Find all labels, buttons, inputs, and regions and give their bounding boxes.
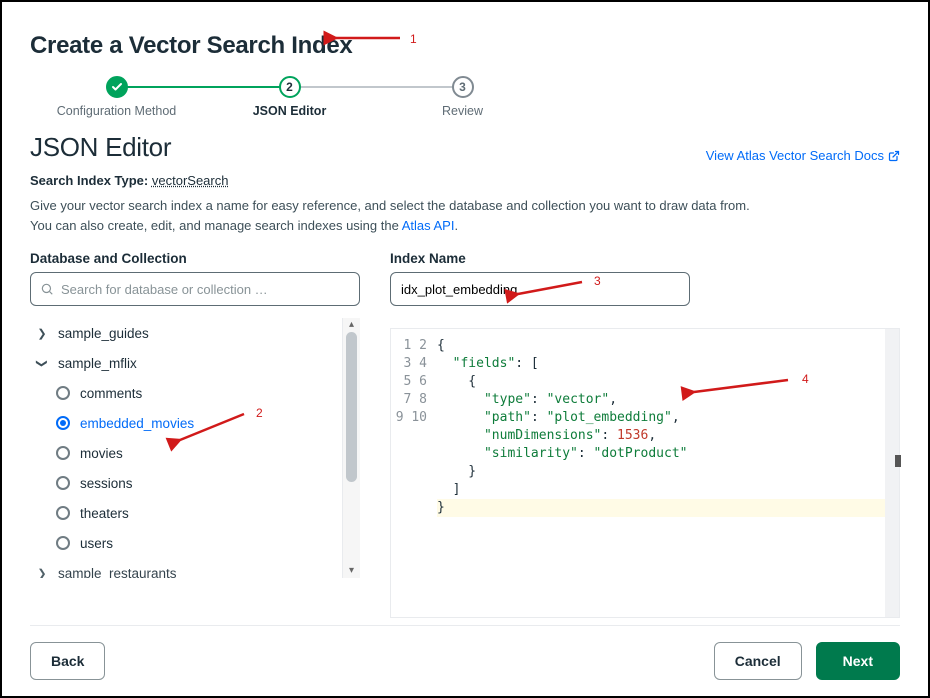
collection-label: movies: [80, 446, 123, 461]
back-button[interactable]: Back: [30, 642, 105, 680]
step-number-icon: 2: [279, 76, 301, 98]
index-name-label: Index Name: [390, 251, 900, 266]
scroll-up-icon: ▴: [343, 318, 360, 332]
chevron-down-icon: ❯: [36, 357, 49, 369]
editor-scrollbar[interactable]: [885, 329, 899, 617]
db-item-sample-guides[interactable]: ❯ sample_guides: [30, 318, 342, 348]
collection-item-comments[interactable]: comments: [30, 378, 342, 408]
external-link-icon: [888, 150, 900, 162]
collection-label: sessions: [80, 476, 133, 491]
chevron-right-icon: ❯: [36, 567, 48, 579]
db-collection-search-input[interactable]: [30, 272, 360, 306]
database-tree: ❯ sample_guides ❯ sample_mflix comments …: [30, 318, 342, 578]
annotation-label-2: 2: [256, 406, 263, 420]
editor-code[interactable]: { "fields": [ { "type": "vector", "path"…: [437, 337, 885, 617]
collection-item-users[interactable]: users: [30, 528, 342, 558]
db-label: sample_mflix: [58, 356, 137, 371]
description-suffix: .: [454, 218, 458, 233]
section-description: Give your vector search index a name for…: [30, 196, 750, 235]
db-collection-label: Database and Collection: [30, 251, 360, 266]
collection-item-movies[interactable]: movies: [30, 438, 342, 468]
collection-item-theaters[interactable]: theaters: [30, 498, 342, 528]
cancel-button[interactable]: Cancel: [714, 642, 802, 680]
db-label: sample_restaurants: [58, 566, 177, 579]
page-title: Create a Vector Search Index: [30, 32, 900, 60]
tree-scrollbar[interactable]: ▴ ▾: [342, 318, 360, 578]
progress-stepper: Configuration Method 2 JSON Editor 3 Rev…: [30, 76, 550, 118]
radio-selected-icon: [56, 416, 70, 430]
radio-unselected-icon: [56, 506, 70, 520]
collection-item-sessions[interactable]: sessions: [30, 468, 342, 498]
scroll-thumb[interactable]: [346, 332, 357, 482]
step-label: Configuration Method: [57, 104, 177, 118]
search-index-type-value: vectorSearch: [152, 173, 229, 188]
search-icon: [40, 282, 54, 296]
collection-label: users: [80, 536, 113, 551]
radio-unselected-icon: [56, 386, 70, 400]
step-review[interactable]: 3 Review: [376, 76, 549, 118]
db-item-sample-restaurants[interactable]: ❯ sample_restaurants: [30, 564, 342, 578]
radio-unselected-icon: [56, 476, 70, 490]
docs-link-label: View Atlas Vector Search Docs: [706, 148, 884, 163]
db-item-sample-mflix[interactable]: ❯ sample_mflix: [30, 348, 342, 378]
view-docs-link[interactable]: View Atlas Vector Search Docs: [706, 148, 900, 163]
collection-label: theaters: [80, 506, 129, 521]
index-name-input[interactable]: [390, 272, 690, 306]
step-number-icon: 3: [452, 76, 474, 98]
step-json-editor[interactable]: 2 JSON Editor: [203, 76, 376, 118]
collection-item-embedded-movies[interactable]: embedded_movies: [30, 408, 342, 438]
section-heading: JSON Editor: [30, 132, 171, 163]
atlas-api-link[interactable]: Atlas API: [402, 218, 455, 233]
annotation-label-4: 4: [802, 372, 809, 386]
annotation-label-1: 1: [410, 32, 417, 46]
collection-label: embedded_movies: [80, 416, 194, 431]
step-label: Review: [442, 104, 483, 118]
search-index-type-row: Search Index Type: vectorSearch: [30, 173, 900, 188]
annotation-label-3: 3: [594, 274, 601, 288]
collection-label: comments: [80, 386, 142, 401]
json-code-editor[interactable]: 1 2 3 4 5 6 7 8 9 10 { "fields": [ { "ty…: [390, 328, 900, 618]
description-text: Give your vector search index a name for…: [30, 198, 750, 233]
db-label: sample_guides: [58, 326, 149, 341]
scroll-down-icon: ▾: [343, 564, 360, 578]
check-icon: [106, 76, 128, 98]
step-label: JSON Editor: [253, 104, 327, 118]
step-configuration-method[interactable]: Configuration Method: [30, 76, 203, 118]
editor-minimap-marker: [895, 455, 901, 467]
radio-unselected-icon: [56, 536, 70, 550]
chevron-right-icon: ❯: [36, 327, 48, 340]
search-index-type-label: Search Index Type:: [30, 173, 148, 188]
next-button[interactable]: Next: [816, 642, 900, 680]
radio-unselected-icon: [56, 446, 70, 460]
editor-gutter: 1 2 3 4 5 6 7 8 9 10: [391, 329, 437, 617]
